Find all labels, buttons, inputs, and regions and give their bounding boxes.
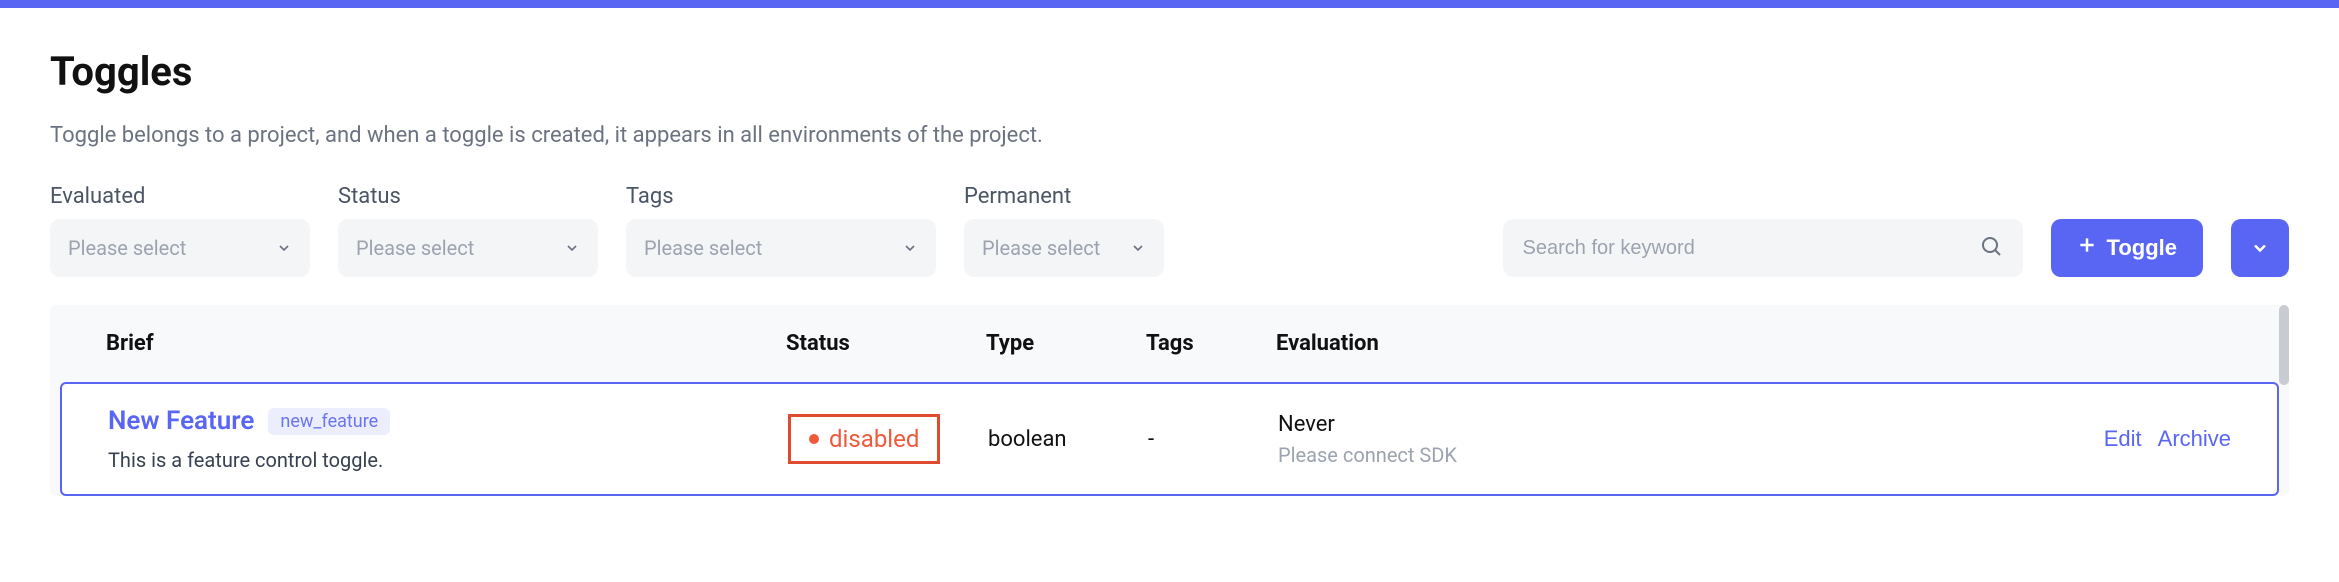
status-select[interactable]: Please select — [338, 219, 598, 277]
page-title: Toggles — [50, 48, 2289, 95]
chevron-down-icon — [564, 240, 580, 256]
add-toggle-dropdown-button[interactable] — [2231, 219, 2289, 277]
column-header-tags: Tags — [1146, 331, 1276, 356]
tags-select[interactable]: Please select — [626, 219, 936, 277]
toggle-key-badge: new_feature — [268, 408, 390, 435]
filter-group-permanent: Permanent Please select — [964, 184, 1164, 277]
status-text: disabled — [829, 425, 919, 453]
top-accent-bar — [0, 0, 2339, 8]
permanent-select[interactable]: Please select — [964, 219, 1164, 277]
filter-group-status: Status Please select — [338, 184, 598, 277]
add-toggle-button[interactable]: Toggle — [2051, 219, 2203, 277]
filter-label-permanent: Permanent — [964, 184, 1164, 209]
evaluated-select-placeholder: Please select — [68, 236, 186, 260]
cell-brief: New Feature new_feature This is a featur… — [108, 406, 788, 472]
filter-bar: Evaluated Please select Status Please se… — [50, 184, 2289, 277]
filter-label-tags: Tags — [626, 184, 936, 209]
edit-button[interactable]: Edit — [2104, 426, 2142, 452]
column-header-eval: Evaluation — [1276, 331, 1896, 356]
page-description: Toggle belongs to a project, and when a … — [50, 123, 2289, 148]
tags-select-placeholder: Please select — [644, 236, 762, 260]
evaluation-subtitle: Please connect SDK — [1278, 443, 1898, 467]
toggle-description: This is a feature control toggle. — [108, 448, 788, 472]
cell-status: disabled — [788, 414, 988, 464]
cell-tags: - — [1148, 427, 1278, 452]
add-toggle-label: Toggle — [2107, 235, 2177, 261]
toggles-table: Brief Status Type Tags Evaluation New Fe… — [50, 305, 2289, 496]
archive-button[interactable]: Archive — [2158, 426, 2231, 452]
evaluation-title: Never — [1278, 412, 1898, 437]
search-input[interactable] — [1523, 237, 1979, 260]
filter-group-evaluated: Evaluated Please select — [50, 184, 310, 277]
filter-label-status: Status — [338, 184, 598, 209]
toggle-name-link[interactable]: New Feature — [108, 406, 254, 436]
status-badge: disabled — [788, 414, 940, 464]
column-header-type: Type — [986, 331, 1146, 356]
cell-actions: Edit Archive — [1898, 426, 2231, 452]
status-dot-icon — [809, 434, 819, 444]
filter-label-evaluated: Evaluated — [50, 184, 310, 209]
permanent-select-placeholder: Please select — [982, 236, 1100, 260]
evaluated-select[interactable]: Please select — [50, 219, 310, 277]
filter-group-tags: Tags Please select — [626, 184, 936, 277]
plus-icon — [2077, 235, 2097, 261]
cell-type: boolean — [988, 427, 1148, 452]
brief-top: New Feature new_feature — [108, 406, 788, 436]
table-header-row: Brief Status Type Tags Evaluation — [50, 305, 2289, 382]
chevron-down-icon — [276, 240, 292, 256]
search-box[interactable] — [1503, 219, 2023, 277]
status-select-placeholder: Please select — [356, 236, 474, 260]
cell-evaluation: Never Please connect SDK — [1278, 412, 1898, 467]
search-icon — [1979, 234, 2003, 262]
scrollbar-thumb[interactable] — [2279, 305, 2289, 385]
page-container: Toggles Toggle belongs to a project, and… — [0, 8, 2339, 496]
column-header-status: Status — [786, 331, 986, 356]
chevron-down-icon — [1130, 240, 1146, 256]
table-row[interactable]: New Feature new_feature This is a featur… — [60, 382, 2279, 496]
chevron-down-icon — [902, 240, 918, 256]
column-header-brief: Brief — [106, 331, 786, 356]
